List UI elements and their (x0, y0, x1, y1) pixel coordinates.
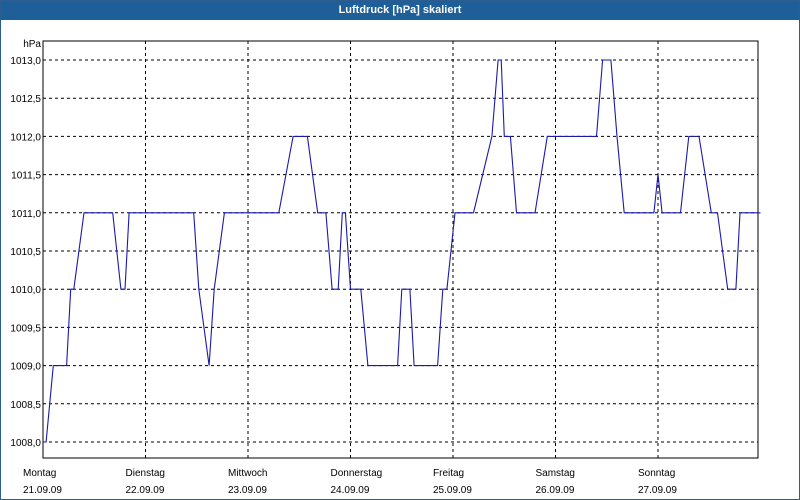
x-tick-date: 24.09.09 (331, 485, 370, 496)
x-tick-date: 27.09.09 (638, 485, 677, 496)
y-tick-label: 1008,5 (10, 400, 41, 411)
chart-grid (43, 41, 758, 458)
y-tick-label: 1010,0 (10, 285, 41, 296)
x-tick-date: 26.09.09 (536, 485, 575, 496)
x-tick-date: 21.09.09 (23, 485, 62, 496)
x-tick-day: Sonntag (638, 468, 675, 479)
x-tick-day: Donnerstag (331, 468, 383, 479)
y-tick-label: 1011,0 (11, 209, 41, 220)
y-tick-label: 1008,0 (10, 438, 41, 449)
plot-frame (42, 40, 759, 459)
chart-window: Luftdruck [hPa] skaliert hPa 1013,0 1012,… (0, 0, 800, 500)
y-tick-label: 1012,0 (10, 132, 41, 143)
x-tick-date: 22.09.09 (126, 485, 165, 496)
x-tick-date: 23.09.09 (228, 485, 267, 496)
x-tick-day: Dienstag (126, 468, 165, 479)
y-axis-ticks: 1013,0 1012,5 1012,0 1011,5 1011,0 1010,5 1010… (10, 56, 41, 449)
x-axis-ticks: Montag 21.09.09 Dienstag 22.09.09 Mittwoch 23… (23, 468, 677, 496)
y-axis-label: hPa (23, 39, 41, 50)
x-tick-day: Samstag (536, 468, 575, 479)
x-tick-day: Montag (23, 468, 56, 479)
x-tick-day: Freitag (433, 468, 464, 479)
x-tick-date: 25.09.09 (433, 485, 472, 496)
y-tick-label: 1010,5 (10, 247, 41, 258)
x-tick-day: Mittwoch (228, 468, 267, 479)
y-tick-label: 1011,5 (11, 171, 41, 182)
y-tick-label: 1012,5 (10, 94, 41, 105)
chart-canvas: hPa 1013,0 1012,5 1012,0 1011,5 1011,0 1010,5… (10, 39, 761, 496)
y-tick-label: 1009,5 (10, 323, 41, 334)
y-tick-label: 1009,0 (10, 362, 41, 373)
y-tick-label: 1013,0 (10, 56, 41, 67)
pressure-series-line (43, 59, 761, 443)
